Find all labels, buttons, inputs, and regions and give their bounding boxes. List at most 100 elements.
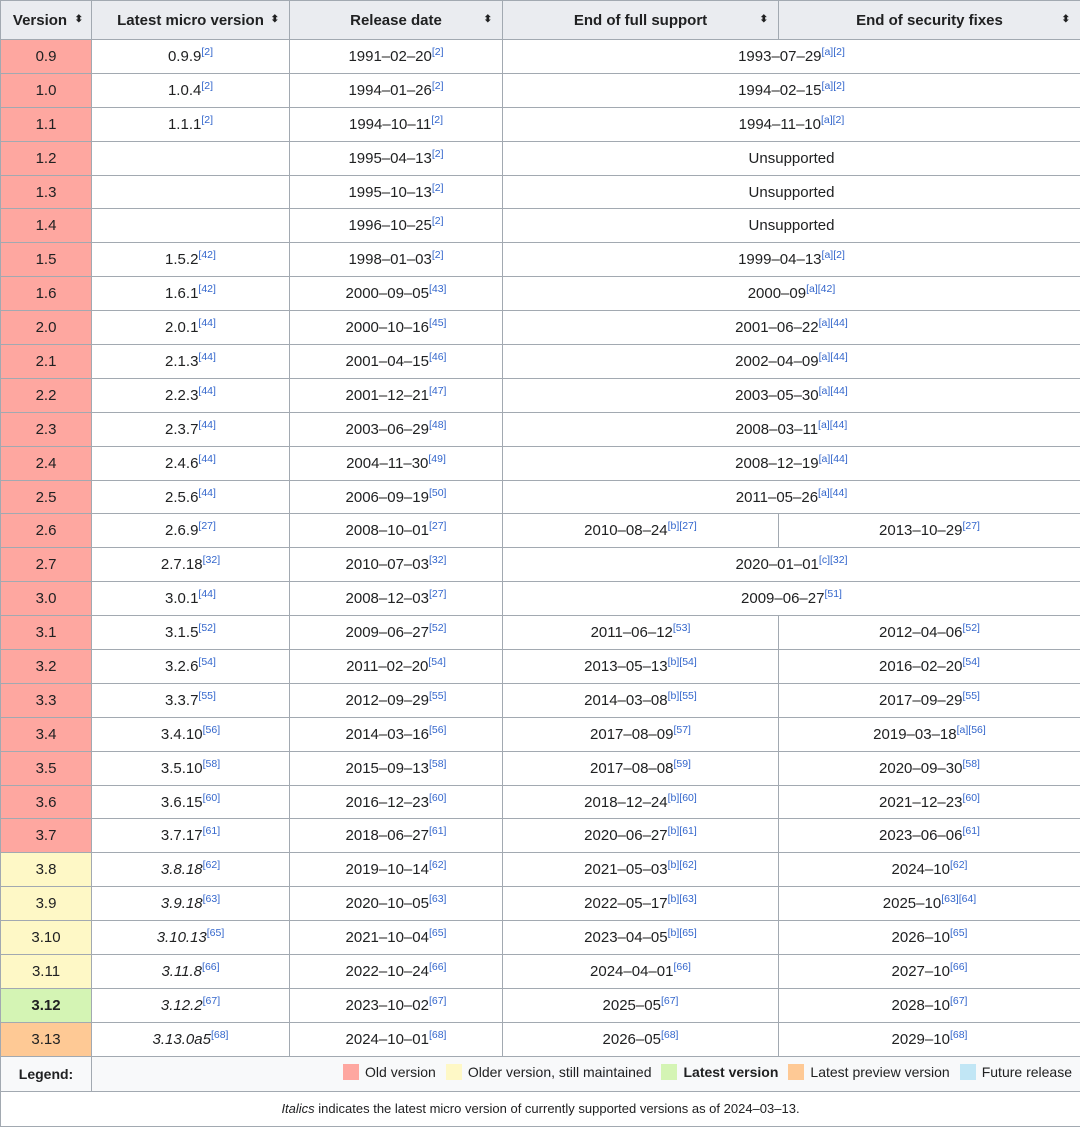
citation-link[interactable]: [2] [432,249,444,261]
citation-link[interactable]: [63] [203,893,221,905]
citation-link[interactable]: [66] [202,961,220,973]
citation-link[interactable]: [68] [950,1029,968,1041]
citation-link[interactable]: [60] [203,792,221,804]
citation-link[interactable]: [58] [429,758,447,770]
citation-link[interactable]: [62] [429,859,447,871]
citation-link[interactable]: [44] [198,385,216,397]
citation-link[interactable]: [a][42] [806,283,835,295]
citation-link[interactable]: [27] [198,520,216,532]
citation-link[interactable]: [44] [198,351,216,363]
citation-link[interactable]: [52] [198,622,216,634]
citation-link[interactable]: [a][44] [819,453,848,465]
citation-link[interactable]: [55] [429,690,447,702]
citation-link[interactable]: [58] [962,758,980,770]
citation-link[interactable]: [68] [211,1029,229,1041]
header-release-date[interactable]: Release date⬍ [290,1,503,40]
citation-link[interactable]: [43] [429,283,447,295]
citation-link[interactable]: [2] [432,46,444,58]
citation-link[interactable]: [32] [203,554,221,566]
citation-link[interactable]: [42] [198,283,216,295]
citation-link[interactable]: [a][44] [818,487,847,499]
citation-link[interactable]: [27] [962,520,980,532]
citation-link[interactable]: [a][44] [819,351,848,363]
sort-icon[interactable]: ⬍ [75,15,83,25]
citation-link[interactable]: [57] [673,724,691,736]
citation-link[interactable]: [54] [962,656,980,668]
citation-link[interactable]: [56] [203,724,221,736]
citation-link[interactable]: [27] [429,588,447,600]
citation-link[interactable]: [a][2] [822,80,845,92]
citation-link[interactable]: [2] [431,114,443,126]
citation-link[interactable]: [2] [432,215,444,227]
citation-link[interactable]: [51] [824,588,842,600]
citation-link[interactable]: [a][2] [822,46,845,58]
citation-link[interactable]: [67] [429,995,447,1007]
header-end-full-support[interactable]: End of full support⬍ [503,1,779,40]
header-version[interactable]: Version⬍ [1,1,92,40]
citation-link[interactable]: [b][60] [668,792,697,804]
citation-link[interactable]: [67] [203,995,221,1007]
citation-link[interactable]: [47] [429,385,447,397]
citation-link[interactable]: [2] [432,80,444,92]
citation-link[interactable]: [61] [962,825,980,837]
header-latest-micro[interactable]: Latest micro version⬍ [92,1,290,40]
citation-link[interactable]: [b][63] [668,893,697,905]
citation-link[interactable]: [63] [429,893,447,905]
citation-link[interactable]: [66] [673,961,691,973]
citation-link[interactable]: [27] [429,520,447,532]
citation-link[interactable]: [32] [429,554,447,566]
citation-link[interactable]: [65] [950,927,968,939]
citation-link[interactable]: [60] [962,792,980,804]
citation-link[interactable]: [67] [661,995,679,1007]
citation-link[interactable]: [b][62] [668,859,697,871]
citation-link[interactable]: [60] [429,792,447,804]
citation-link[interactable]: [2] [201,46,213,58]
citation-link[interactable]: [62] [950,859,968,871]
sort-icon[interactable]: ⬍ [484,15,492,25]
citation-link[interactable]: [a][44] [819,385,848,397]
citation-link[interactable]: [52] [429,622,447,634]
citation-link[interactable]: [44] [198,588,216,600]
sort-icon[interactable]: ⬍ [271,15,279,25]
citation-link[interactable]: [61] [203,825,221,837]
citation-link[interactable]: [48] [429,419,447,431]
citation-link[interactable]: [54] [198,656,216,668]
citation-link[interactable]: [2] [432,182,444,194]
citation-link[interactable]: [68] [661,1029,679,1041]
citation-link[interactable]: [a][44] [819,317,848,329]
citation-link[interactable]: [65] [429,927,447,939]
citation-link[interactable]: [44] [198,453,216,465]
citation-link[interactable]: [59] [673,758,691,770]
citation-link[interactable]: [c][32] [819,554,848,566]
citation-link[interactable]: [54] [428,656,446,668]
citation-link[interactable]: [63][64] [941,893,976,905]
citation-link[interactable]: [46] [429,351,447,363]
citation-link[interactable]: [65] [207,927,225,939]
sort-icon[interactable]: ⬍ [760,15,768,25]
citation-link[interactable]: [44] [198,419,216,431]
sort-icon[interactable]: ⬍ [1062,15,1070,25]
citation-link[interactable]: [a][2] [822,249,845,261]
citation-link[interactable]: [45] [429,317,447,329]
citation-link[interactable]: [2] [432,148,444,160]
citation-link[interactable]: [50] [429,487,447,499]
citation-link[interactable]: [b][61] [668,825,697,837]
citation-link[interactable]: [55] [962,690,980,702]
citation-link[interactable]: [42] [198,249,216,261]
citation-link[interactable]: [68] [429,1029,447,1041]
citation-link[interactable]: [a][56] [957,724,986,736]
citation-link[interactable]: [2] [201,114,213,126]
citation-link[interactable]: [44] [198,487,216,499]
citation-link[interactable]: [62] [203,859,221,871]
citation-link[interactable]: [66] [950,961,968,973]
citation-link[interactable]: [44] [198,317,216,329]
citation-link[interactable]: [a][2] [821,114,844,126]
citation-link[interactable]: [49] [428,453,446,465]
citation-link[interactable]: [56] [429,724,447,736]
citation-link[interactable]: [b][55] [668,690,697,702]
header-end-security-fixes[interactable]: End of security fixes⬍ [779,1,1080,40]
citation-link[interactable]: [61] [429,825,447,837]
citation-link[interactable]: [a][44] [818,419,847,431]
citation-link[interactable]: [2] [201,80,213,92]
citation-link[interactable]: [b][54] [668,656,697,668]
